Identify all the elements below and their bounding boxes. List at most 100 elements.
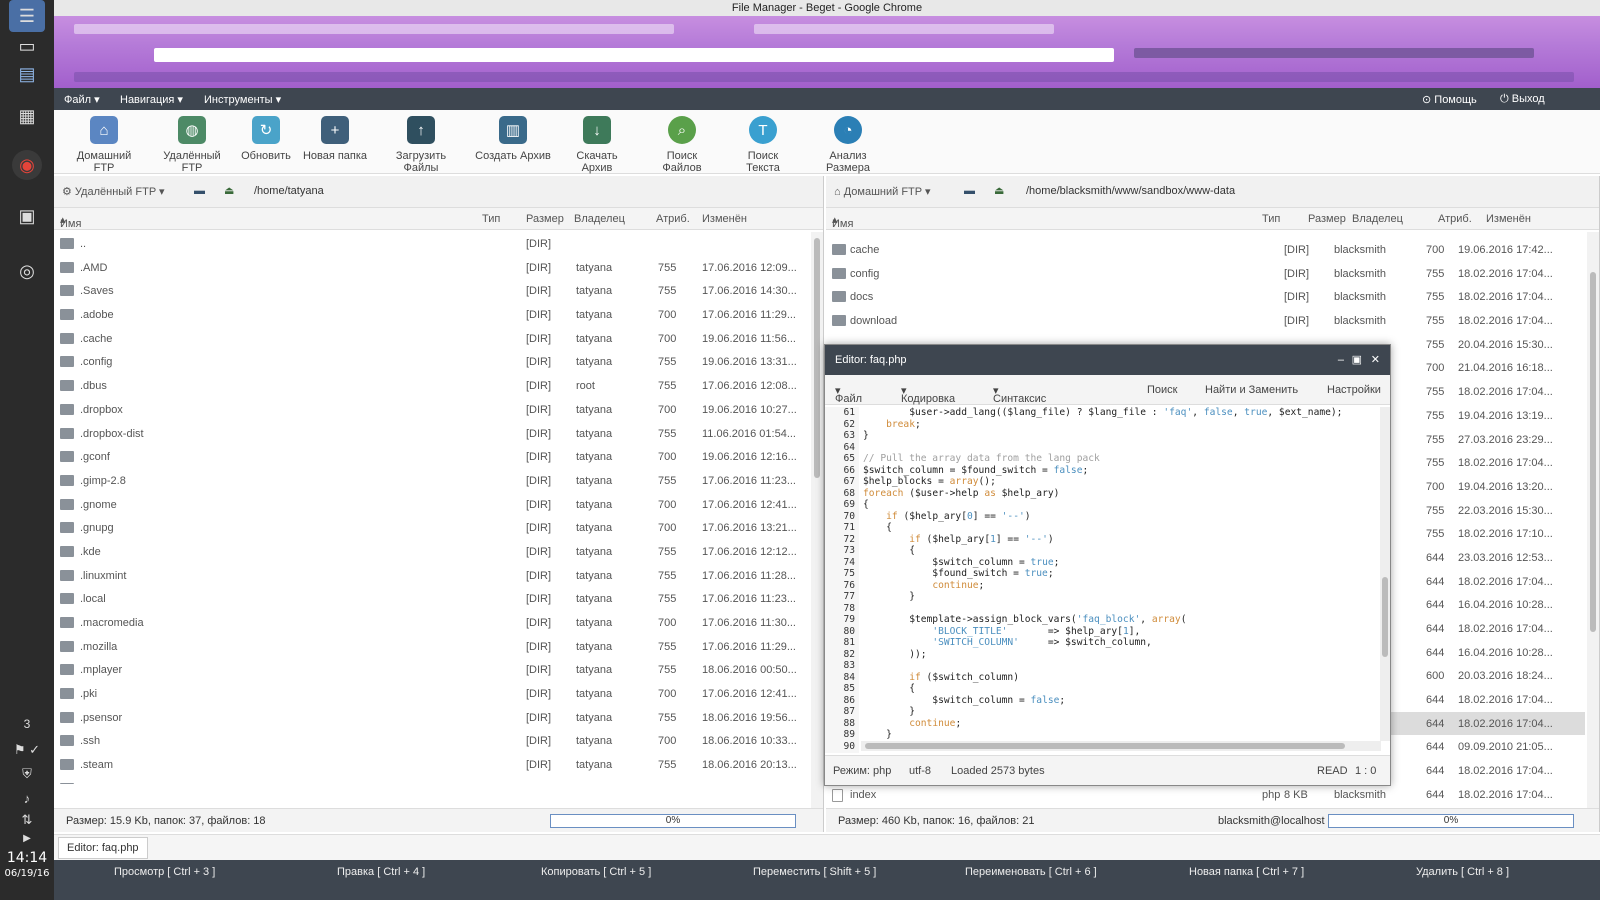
right-path[interactable]: /home/blacksmith/www/sandbox/www-data xyxy=(1026,185,1235,197)
editor-find-replace[interactable]: Найти и Заменить xyxy=(1205,384,1298,396)
table-row[interactable]: .. [DIR] xyxy=(54,232,809,256)
edit-button[interactable]: Правка [ Ctrl + 4 ] xyxy=(337,866,425,878)
delete-button[interactable]: Удалить [ Ctrl + 8 ] xyxy=(1416,866,1509,878)
file-search-button[interactable]: ⌕ Поиск Файлов xyxy=(646,116,718,174)
move-button[interactable]: Переместить [ Shift + 5 ] xyxy=(753,866,876,878)
table-row[interactable]: .steam [DIR] tatyana 755 18.06.2016 20:13... xyxy=(54,753,809,777)
refresh-button[interactable]: ↻ Обновить xyxy=(238,116,294,162)
table-row[interactable]: .mplayer [DIR] tatyana 755 18.06.2016 00:50.… xyxy=(54,658,809,682)
right-drive-icon[interactable]: ▬ xyxy=(964,185,975,197)
left-source-select[interactable]: ⚙ Удалённый FTP ▾ xyxy=(62,185,165,198)
table-row[interactable]: .gnome [DIR] tatyana 700 17.06.2016 12:41... xyxy=(54,493,809,517)
table-row[interactable]: .gimp-2.8 [DIR] tatyana 755 17.06.2016 11:23… xyxy=(54,469,809,493)
rename-button[interactable]: Переименовать [ Ctrl + 6 ] xyxy=(965,866,1097,878)
remote-ftp-button[interactable]: ◍ Удалённый FTP xyxy=(152,116,232,174)
col-owner[interactable]: Владелец xyxy=(1352,213,1403,225)
new-folder-button[interactable]: + Новая папка xyxy=(302,116,368,162)
col-modified[interactable]: Изменён xyxy=(702,213,747,225)
col-name[interactable]: Имя ▴ xyxy=(832,213,853,230)
editor-menu-encoding[interactable]: Кодировка ▾ xyxy=(901,384,955,405)
files-icon[interactable]: ▦ xyxy=(9,100,45,132)
col-type[interactable]: Тип xyxy=(1262,213,1280,225)
right-source-select[interactable]: ⌂ Домашний FTP ▾ xyxy=(834,185,930,198)
editor-titlebar[interactable]: Editor: faq.php – ▣ ✕ xyxy=(825,345,1390,375)
table-row[interactable]: .gconf [DIR] tatyana 700 19.06.2016 12:16... xyxy=(54,445,809,469)
view-button[interactable]: Просмотр [ Ctrl + 3 ] xyxy=(114,866,215,878)
col-size[interactable]: Размер xyxy=(526,213,564,225)
menu-file[interactable]: Файл ▾ xyxy=(64,93,100,106)
col-attr[interactable]: Атриб. xyxy=(1438,213,1472,225)
table-row[interactable]: .mozilla [DIR] tatyana 755 17.06.2016 11:29.… xyxy=(54,635,809,659)
editor-hscrollbar[interactable] xyxy=(861,741,1381,751)
volume-icon[interactable]: ♪ xyxy=(9,786,45,810)
table-row[interactable]: .adobe [DIR] tatyana 700 17.06.2016 11:29... xyxy=(54,303,809,327)
editor-menu-file[interactable]: Файл ▾ xyxy=(835,384,862,405)
editor-menubar: Файл ▾ Кодировка ▾ Синтаксис ▾ Поиск Най… xyxy=(825,375,1390,405)
left-path[interactable]: /home/tatyana xyxy=(254,185,324,197)
upload-files-button[interactable]: ↑ Загрузить Файлы xyxy=(378,116,464,174)
home-ftp-button[interactable]: ⌂ Домашний FTP xyxy=(66,116,142,174)
table-row[interactable]: .kde [DIR] tatyana 755 17.06.2016 12:12... xyxy=(54,540,809,564)
table-row[interactable]: .pki [DIR] tatyana 700 17.06.2016 12:41... xyxy=(54,682,809,706)
table-row[interactable]: download [DIR] blacksmith 755 18.02.2016 17:… xyxy=(826,309,1585,333)
table-row[interactable]: .macromedia [DIR] tatyana 700 17.06.2016 11:… xyxy=(54,611,809,635)
col-attr[interactable]: Атриб. xyxy=(656,213,690,225)
col-modified[interactable]: Изменён xyxy=(1486,213,1531,225)
maximize-icon[interactable]: ▣ xyxy=(1352,345,1362,375)
editor-menu-syntax[interactable]: Синтаксис ▾ xyxy=(993,384,1046,405)
col-owner[interactable]: Владелец xyxy=(574,213,625,225)
table-row[interactable]: .psensor [DIR] tatyana 755 18.06.2016 19:56.… xyxy=(54,706,809,730)
cell-date: 18.06.2016 00:50... xyxy=(702,664,797,677)
table-row[interactable]: .gnupg [DIR] tatyana 700 17.06.2016 13:21... xyxy=(54,516,809,540)
editor-tab[interactable]: Editor: faq.php xyxy=(58,837,148,859)
table-row[interactable]: .config [DIR] tatyana 755 19.06.2016 13:31..… xyxy=(54,350,809,374)
menu-tools[interactable]: Инструменты ▾ xyxy=(204,93,281,106)
app-icon[interactable]: ▣ xyxy=(9,200,45,232)
table-row[interactable]: docs [DIR] blacksmith 755 18.02.2016 17:04..… xyxy=(826,285,1585,309)
col-type[interactable]: Тип xyxy=(482,213,500,225)
table-row[interactable]: cache [DIR] blacksmith 700 19.06.2016 17:42.… xyxy=(826,238,1585,262)
new-folder-key-button[interactable]: Новая папка [ Ctrl + 7 ] xyxy=(1189,866,1304,878)
menu-icon[interactable]: ☰ xyxy=(9,0,45,32)
table-row[interactable]: .local [DIR] tatyana 755 17.06.2016 11:23... xyxy=(54,587,809,611)
left-up-icon[interactable]: ⏏ xyxy=(224,184,234,197)
table-row[interactable]: .Saves [DIR] tatyana 755 17.06.2016 14:30... xyxy=(54,279,809,303)
text-search-button[interactable]: T Поиск Текста xyxy=(730,116,796,174)
size-analysis-button[interactable]: ◔ Анализ Размера xyxy=(806,116,890,174)
right-scrollbar[interactable] xyxy=(1587,232,1599,808)
code-area[interactable]: 61 62 63 64 65 66 67 68 69 70 71 72 73 74 75 76 77 78 79 80… xyxy=(825,407,1380,753)
copy-button[interactable]: Копировать [ Ctrl + 5 ] xyxy=(541,866,651,878)
table-row[interactable]: .AMD [DIR] tatyana 755 17.06.2016 12:09... xyxy=(54,256,809,280)
shield-icon[interactable]: ⛨ xyxy=(9,762,45,786)
create-archive-button[interactable]: ▥ Создать Архив xyxy=(474,116,552,162)
table-row[interactable]: .linuxmint [DIR] tatyana 755 17.06.2016 11:2… xyxy=(54,564,809,588)
left-drive-icon[interactable]: ▬ xyxy=(194,185,205,197)
left-scrollbar[interactable] xyxy=(811,232,823,808)
play-icon[interactable]: ▶ xyxy=(9,828,45,848)
text-editor-icon[interactable]: ▤ xyxy=(9,58,45,90)
editor-settings[interactable]: Настройки xyxy=(1327,384,1381,396)
help-button[interactable]: ⊙ Помощь xyxy=(1422,93,1477,106)
table-row[interactable]: .thumbnails [DIR] tatyana 700 17.06.2016 12:… xyxy=(54,777,809,784)
col-size[interactable]: Размер xyxy=(1308,213,1346,225)
editor-search[interactable]: Поиск xyxy=(1147,384,1177,396)
table-row[interactable]: .dbus [DIR] root 755 17.06.2016 12:08... xyxy=(54,374,809,398)
chrome-icon[interactable]: ◉ xyxy=(12,150,42,180)
table-row[interactable]: index php 8 KB blacksmith 644 18.02.2016 17:0… xyxy=(826,783,1585,807)
table-row[interactable]: config [DIR] blacksmith 755 18.02.2016 17:04… xyxy=(826,262,1585,286)
table-row[interactable]: .ssh [DIR] tatyana 700 18.06.2016 10:33... xyxy=(54,729,809,753)
close-icon[interactable]: ✕ xyxy=(1371,345,1380,375)
col-name[interactable]: Имя ▴ xyxy=(60,213,81,230)
table-row[interactable]: .dropbox [DIR] tatyana 700 19.06.2016 10:27.… xyxy=(54,398,809,422)
table-row[interactable]: .dropbox-dist [DIR] tatyana 755 11.06.2016 0… xyxy=(54,422,809,446)
minimize-icon[interactable]: – xyxy=(1338,345,1344,375)
spotify-icon[interactable]: ◎ xyxy=(9,255,45,287)
code-text[interactable]: $user->add_lang(($lang_file) ? $lang_fil… xyxy=(863,407,1380,741)
download-archive-button[interactable]: ↓ Скачать Архив xyxy=(560,116,634,174)
exit-button[interactable]: ⏻ Выход xyxy=(1500,93,1545,106)
editor-vscrollbar[interactable] xyxy=(1380,407,1390,741)
right-up-icon[interactable]: ⏏ xyxy=(994,184,1004,197)
cell-attr: 755 xyxy=(658,640,677,653)
table-row[interactable]: .cache [DIR] tatyana 700 19.06.2016 11:56... xyxy=(54,327,809,351)
menu-navigation[interactable]: Навигация ▾ xyxy=(120,93,183,106)
